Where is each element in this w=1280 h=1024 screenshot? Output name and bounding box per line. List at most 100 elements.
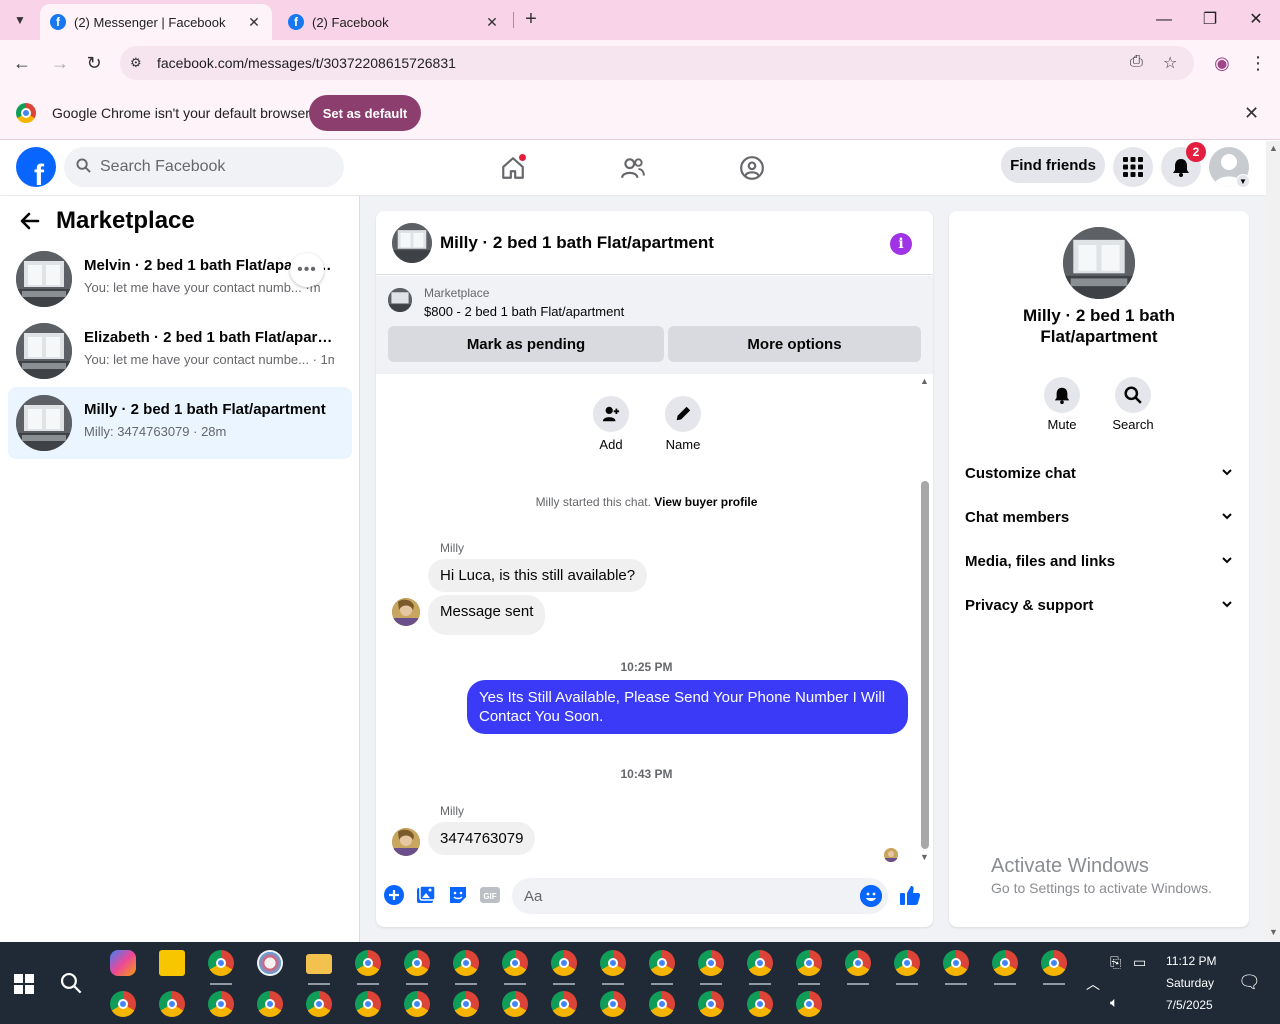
scroll-down-icon[interactable]: ▼ xyxy=(920,852,929,862)
chrome-app-icon[interactable] xyxy=(208,950,234,976)
tab-search-chevron-icon[interactable]: ▼ xyxy=(8,8,32,32)
chrome-app-icon[interactable] xyxy=(649,991,675,1017)
groups-icon[interactable] xyxy=(737,153,767,183)
chrome-app-icon[interactable] xyxy=(502,950,528,976)
chrome-app-icon[interactable] xyxy=(453,950,479,976)
add-person-icon[interactable] xyxy=(593,396,629,432)
sticky-notes-app-icon[interactable] xyxy=(159,950,185,976)
set-default-button[interactable]: Set as default xyxy=(309,95,421,131)
chrome-app-icon[interactable] xyxy=(649,950,675,976)
chrome-app-icon[interactable] xyxy=(845,950,871,976)
scroll-down-icon[interactable]: ▼ xyxy=(1269,927,1278,937)
page-scrollbar[interactable]: ▲ ▼ xyxy=(1266,141,1280,942)
chat-thumbnail[interactable] xyxy=(392,223,432,263)
back-arrow-icon[interactable]: ← xyxy=(10,51,34,75)
mark-as-pending-button[interactable]: Mark as pending xyxy=(388,326,664,362)
more-options-button[interactable]: More options xyxy=(668,326,921,362)
mute-bell-icon[interactable] xyxy=(1044,377,1080,413)
chrome-app-icon[interactable] xyxy=(208,991,234,1017)
incoming-message[interactable]: 3474763079 xyxy=(428,822,536,855)
conversation-item-selected[interactable]: Milly · 2 bed 1 bath Flat/apartment Mill… xyxy=(8,387,352,459)
tab-messenger[interactable]: f (2) Messenger | Facebook ✕ xyxy=(40,4,272,40)
tray-overflow-chevron-icon[interactable]: ︿ xyxy=(1086,974,1100,994)
chrome-app-icon[interactable] xyxy=(600,950,626,976)
info-thumbnail[interactable] xyxy=(1063,227,1135,299)
chrome-app-icon[interactable] xyxy=(257,991,283,1017)
gif-icon[interactable]: GIF xyxy=(479,884,501,906)
taskbar-search-icon[interactable] xyxy=(60,972,82,1000)
tab-close-icon[interactable]: ✕ xyxy=(484,14,500,31)
conversation-item[interactable]: Elizabeth · 2 bed 1 bath Flat/apart... Y… xyxy=(8,315,352,387)
clock-day[interactable]: Saturday xyxy=(1166,976,1214,990)
chrome-app-icon[interactable] xyxy=(355,950,381,976)
find-friends-button[interactable]: Find friends xyxy=(1001,147,1105,183)
infobar-close-icon[interactable]: ✕ xyxy=(1244,103,1259,124)
menu-grid-icon[interactable] xyxy=(1113,147,1153,187)
facebook-logo-icon[interactable]: f xyxy=(16,147,56,187)
bookmark-star-icon[interactable]: ☆ xyxy=(1163,53,1177,73)
forward-arrow-icon[interactable]: → xyxy=(48,51,72,75)
chrome-app-icon[interactable] xyxy=(992,950,1018,976)
media-files-links-section[interactable]: Media, files and links xyxy=(949,539,1249,583)
privacy-support-section[interactable]: Privacy & support xyxy=(949,583,1249,627)
chrome-app-icon[interactable] xyxy=(894,950,920,976)
chrome-app-icon[interactable] xyxy=(600,991,626,1017)
chrome-app-icon[interactable] xyxy=(453,991,479,1017)
home-icon[interactable] xyxy=(498,153,528,183)
scrollbar-thumb[interactable] xyxy=(921,481,929,849)
chrome-app-icon[interactable] xyxy=(747,991,773,1017)
site-info-icon[interactable]: ⚙ xyxy=(130,55,142,71)
friends-icon[interactable] xyxy=(618,153,648,183)
search-icon[interactable] xyxy=(1115,377,1151,413)
outgoing-message[interactable]: Yes Its Still Available, Please Send You… xyxy=(467,680,908,734)
volume-icon[interactable]: 🔈︎ xyxy=(1110,994,1118,1011)
network-icon[interactable]: ▭ xyxy=(1133,954,1146,971)
reload-icon[interactable]: ↻ xyxy=(82,51,106,75)
chrome-app-icon[interactable] xyxy=(551,991,577,1017)
chrome-app-icon[interactable] xyxy=(1041,950,1067,976)
restore-icon[interactable]: ❐ xyxy=(1198,8,1222,32)
incoming-message[interactable]: Message sent xyxy=(428,595,546,635)
chrome-app-icon[interactable] xyxy=(159,991,185,1017)
photo-icon[interactable] xyxy=(415,884,437,906)
search-input[interactable] xyxy=(100,147,336,187)
paint-app-icon[interactable] xyxy=(257,950,283,976)
more-options-dots-icon[interactable]: ••• xyxy=(290,253,324,287)
new-tab-button[interactable]: + xyxy=(520,8,542,30)
thread-scrollbar[interactable]: ▲ ▼ xyxy=(917,374,933,864)
clock-time[interactable]: 11:12 PM xyxy=(1166,954,1216,968)
address-bar[interactable]: ⚙ facebook.com/messages/t/30372208615726… xyxy=(120,46,1194,80)
edit-name-pencil-icon[interactable] xyxy=(665,396,701,432)
install-app-icon[interactable]: ⎙ xyxy=(1130,53,1143,71)
chrome-app-icon[interactable] xyxy=(404,991,430,1017)
chrome-app-icon[interactable] xyxy=(796,950,822,976)
chrome-app-icon[interactable] xyxy=(796,991,822,1017)
chrome-app-icon[interactable] xyxy=(551,950,577,976)
message-input[interactable] xyxy=(524,878,844,914)
facebook-search[interactable] xyxy=(64,147,344,187)
tab-close-icon[interactable]: ✕ xyxy=(246,14,262,31)
sender-avatar[interactable] xyxy=(392,598,420,626)
conversation-info-icon[interactable]: i xyxy=(890,233,912,255)
conversation-item[interactable]: Melvin · 2 bed 1 bath Flat/apartment You… xyxy=(8,243,352,315)
back-arrow-icon[interactable] xyxy=(20,210,40,238)
sender-avatar[interactable] xyxy=(392,828,420,856)
scroll-up-icon[interactable]: ▲ xyxy=(1269,143,1278,153)
incoming-message[interactable]: Hi Luca, is this still available? xyxy=(428,559,648,592)
sticker-icon[interactable] xyxy=(447,884,469,906)
emoji-icon[interactable] xyxy=(860,885,882,907)
message-thread[interactable]: Add Name Milly started this chat. View b… xyxy=(376,374,933,864)
windows-start-icon[interactable] xyxy=(14,974,34,994)
scroll-up-icon[interactable]: ▲ xyxy=(920,376,929,386)
chrome-app-icon[interactable] xyxy=(355,991,381,1017)
plus-circle-icon[interactable] xyxy=(383,884,405,906)
chrome-menu-icon[interactable]: ⋮ xyxy=(1246,51,1270,75)
clock-date[interactable]: 7/5/2025 xyxy=(1166,998,1213,1012)
chat-members-section[interactable]: Chat members xyxy=(949,495,1249,539)
minimize-icon[interactable]: — xyxy=(1152,8,1176,32)
tab-facebook[interactable]: f (2) Facebook ✕ xyxy=(278,4,510,40)
chrome-app-icon[interactable] xyxy=(747,950,773,976)
chrome-app-icon[interactable] xyxy=(698,991,724,1017)
view-buyer-profile-link[interactable]: View buyer profile xyxy=(654,495,757,509)
account-chevron-icon[interactable]: ▼ xyxy=(1236,174,1250,188)
